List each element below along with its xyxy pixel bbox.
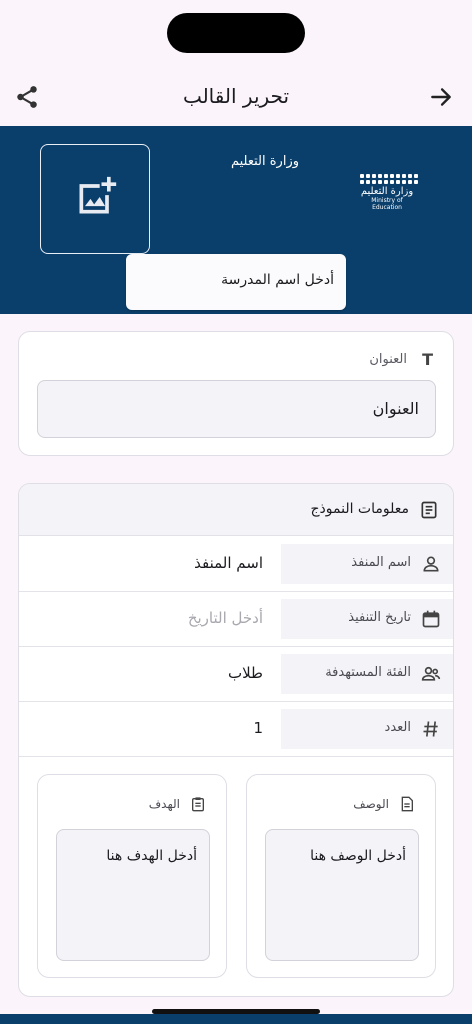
target-group-label: الفئة المستهدفة bbox=[325, 665, 411, 680]
executor-label: اسم المنفذ bbox=[351, 555, 411, 570]
goal-input[interactable]: أدخل الهدف هنا bbox=[56, 829, 210, 961]
school-name-input[interactable]: أدخل اسم المدرسة bbox=[126, 254, 346, 310]
goal-label: الهدف bbox=[148, 797, 180, 811]
description-icon bbox=[399, 795, 415, 817]
header-banner: وزارة التعليم وزارة التعليم Ministry of … bbox=[0, 126, 472, 314]
arrow-right-icon[interactable] bbox=[428, 84, 454, 110]
title-input[interactable]: العنوان bbox=[37, 380, 436, 438]
bottom-banner-strip bbox=[0, 1014, 472, 1024]
target-group-value[interactable]: طلاب bbox=[228, 664, 263, 682]
count-value[interactable]: 1 bbox=[253, 719, 263, 737]
goal-card: الهدف أدخل الهدف هنا bbox=[37, 774, 227, 978]
title-card: T العنوان العنوان bbox=[18, 331, 454, 456]
description-label: الوصف bbox=[353, 797, 389, 811]
add-photo-icon bbox=[79, 176, 117, 214]
hash-icon bbox=[421, 719, 441, 743]
group-icon bbox=[421, 664, 441, 688]
text-icon: T bbox=[422, 350, 433, 369]
goal-placeholder: أدخل الهدف هنا bbox=[106, 848, 197, 864]
form-info-card: معلومات النموذج اسم المنفذ اسم المنفذ تا… bbox=[18, 483, 454, 997]
form-info-header: معلومات النموذج bbox=[19, 484, 453, 536]
date-placeholder[interactable]: أدخل التاريخ bbox=[188, 609, 263, 627]
camera-notch bbox=[167, 13, 305, 53]
app-bar: تحرير القالب bbox=[0, 70, 472, 124]
clipboard-icon bbox=[190, 795, 206, 817]
page-title: تحرير القالب bbox=[182, 84, 290, 108]
form-info-heading: معلومات النموذج bbox=[310, 501, 410, 517]
count-row[interactable]: العدد 1 bbox=[19, 702, 453, 757]
ministry-logo: وزارة التعليم Ministry of Education bbox=[356, 174, 426, 224]
target-group-row[interactable]: الفئة المستهدفة طلاب bbox=[19, 647, 453, 702]
home-indicator[interactable] bbox=[152, 1009, 320, 1014]
add-image-button[interactable] bbox=[40, 144, 150, 254]
calendar-icon bbox=[421, 609, 441, 633]
title-value: العنوان bbox=[372, 399, 419, 418]
document-icon bbox=[419, 500, 439, 524]
person-icon bbox=[421, 554, 441, 578]
description-input[interactable]: أدخل الوصف هنا bbox=[265, 829, 419, 961]
description-card: الوصف أدخل الوصف هنا bbox=[246, 774, 436, 978]
title-label: العنوان bbox=[369, 352, 407, 367]
ministry-title: وزارة التعليم bbox=[230, 154, 300, 169]
date-label: تاريخ التنفيذ bbox=[348, 610, 411, 625]
count-label: العدد bbox=[384, 720, 411, 735]
date-row[interactable]: تاريخ التنفيذ أدخل التاريخ bbox=[19, 592, 453, 647]
executor-row[interactable]: اسم المنفذ اسم المنفذ bbox=[19, 537, 453, 592]
executor-value[interactable]: اسم المنفذ bbox=[194, 554, 263, 572]
description-placeholder: أدخل الوصف هنا bbox=[310, 848, 406, 864]
logo-english: Ministry of Education bbox=[371, 197, 403, 211]
logo-arabic: وزارة التعليم bbox=[360, 186, 414, 197]
school-name-placeholder: أدخل اسم المدرسة bbox=[221, 272, 334, 288]
